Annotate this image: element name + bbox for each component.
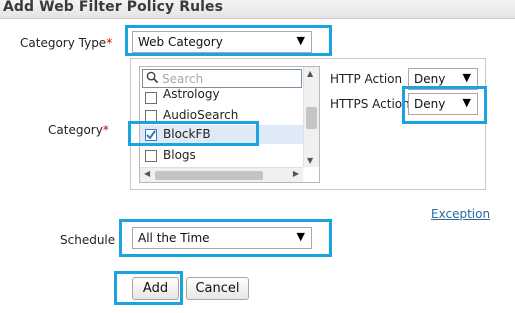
list-item[interactable]: Blogs [140, 146, 303, 165]
https-action-value: Deny [414, 97, 446, 111]
dropdown-arrow-icon: ▼ [296, 34, 305, 47]
dialog-title-bar: Add Web Filter Policy Rules [0, 0, 515, 19]
checkbox[interactable] [145, 150, 157, 162]
exception-link[interactable]: Exception [431, 207, 490, 221]
scroll-up-icon[interactable]: ▲ [307, 69, 313, 78]
http-action-label: HTTP Action [330, 72, 403, 86]
list-item-label: Blogs [163, 148, 196, 162]
dropdown-arrow-icon: ▼ [462, 96, 471, 109]
list-item[interactable]: Astrology [140, 87, 303, 107]
blockfb-highlight [128, 121, 259, 146]
required-marker: * [106, 36, 113, 50]
schedule-select[interactable]: All the Time ▼ [132, 227, 312, 249]
horizontal-scrollbar[interactable]: ◀ ▶ [140, 167, 303, 182]
schedule-label: Schedule [60, 233, 116, 247]
add-button[interactable]: Add [132, 277, 179, 300]
cancel-button[interactable]: Cancel [186, 277, 249, 300]
category-label: Category* [48, 123, 109, 137]
required-marker: * [102, 123, 109, 137]
scroll-right-icon[interactable]: ▶ [293, 169, 299, 178]
category-type-label: Category Type* [20, 36, 113, 50]
search-icon [146, 71, 159, 84]
checkbox[interactable] [145, 92, 157, 104]
https-action-label: HTTPS Action [330, 97, 410, 111]
scroll-left-icon[interactable]: ◀ [144, 169, 150, 178]
scroll-down-icon[interactable]: ▼ [307, 156, 313, 165]
dropdown-arrow-icon: ▼ [296, 230, 305, 243]
vertical-scrollbar[interactable]: ▲ ▼ [303, 67, 319, 167]
dialog-title: Add Web Filter Policy Rules [3, 0, 224, 15]
http-action-value: Deny [414, 72, 446, 86]
list-item-label: Astrology [163, 87, 220, 101]
list-item-label: AudioSearch [163, 108, 239, 122]
search-placeholder: Search [162, 72, 204, 86]
category-type-value: Web Category [138, 35, 223, 49]
dropdown-arrow-icon: ▼ [462, 71, 471, 84]
search-input[interactable]: Search [142, 69, 302, 88]
schedule-value: All the Time [138, 231, 210, 245]
https-action-select[interactable]: Deny ▼ [408, 93, 478, 115]
scroll-thumb[interactable] [155, 171, 263, 180]
scroll-thumb[interactable] [306, 107, 317, 129]
category-type-select[interactable]: Web Category ▼ [132, 31, 312, 53]
